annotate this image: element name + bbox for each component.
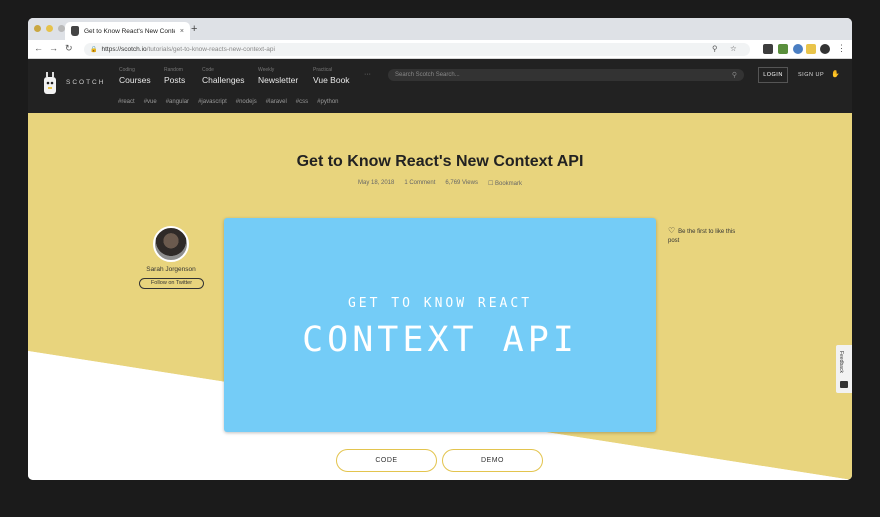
nav-vue-book[interactable]: Practical Vue Book	[313, 67, 350, 85]
close-window-button[interactable]	[34, 25, 41, 32]
search-icon[interactable]: ⚲	[732, 71, 737, 79]
site-search-input[interactable]: Search Scotch Search... ⚲	[388, 69, 744, 81]
url-text: https://scotch.io/tutorials/get-to-know-…	[101, 46, 274, 53]
url-field[interactable]: 🔒 https://scotch.io/tutorials/get-to-kno…	[84, 43, 750, 56]
window-controls	[34, 25, 65, 32]
profile-avatar[interactable]	[820, 44, 830, 54]
tag-link[interactable]: #javascript	[198, 99, 227, 105]
nav-posts[interactable]: Random Posts	[164, 67, 185, 85]
logo-wordmark[interactable]: SCOTCH	[66, 79, 105, 86]
address-bar: ← → ↻ 🔒 https://scotch.io/tutorials/get-…	[28, 40, 852, 59]
browser-tab-active[interactable]: Get to Know React's New Conte ×	[65, 22, 190, 40]
extension-icon[interactable]	[778, 44, 788, 54]
bookmark-label: Bookmark	[495, 181, 523, 187]
article-hero: Get to Know React's New Context API May …	[28, 113, 852, 480]
nav-newsletter[interactable]: Weekly Newsletter	[258, 67, 298, 85]
browser-menu-icon[interactable]: ⋮	[837, 43, 846, 54]
tag-link[interactable]: #react	[118, 99, 135, 105]
nav-more-icon[interactable]: ···	[364, 71, 371, 78]
code-button[interactable]: CODE	[336, 449, 437, 472]
nav-caption: Coding	[119, 67, 135, 73]
hand-icon: ✋	[831, 71, 840, 78]
tag-link[interactable]: #css	[296, 99, 308, 105]
nav-caption: Random	[164, 67, 183, 73]
article-meta: May 18, 2018 1 Comment 6,769 Views ☐ Boo…	[28, 180, 852, 187]
nav-label: Posts	[164, 75, 186, 85]
new-tab-button[interactable]: +	[191, 23, 197, 35]
feedback-tab[interactable]: Feedback	[836, 345, 852, 393]
article-banner-image: GET TO KNOW REACT CONTEXT API	[224, 218, 656, 432]
browser-window: Get to Know React's New Conte × + ← → ↻ …	[28, 18, 852, 480]
nav-courses[interactable]: Coding Courses	[119, 67, 151, 85]
bookmark-link[interactable]: ☐ Bookmark	[488, 180, 522, 187]
tab-bar: Get to Know React's New Conte × +	[28, 18, 852, 40]
author-name[interactable]: Sarah Jorgenson	[128, 266, 214, 273]
like-text: Be the first to like this post	[668, 229, 736, 244]
tab-close-icon[interactable]: ×	[180, 28, 184, 35]
nav-label: Courses	[119, 75, 151, 85]
tag-link[interactable]: #vue	[144, 99, 157, 105]
tag-link[interactable]: #nodejs	[236, 99, 257, 105]
tag-link[interactable]: #python	[317, 99, 338, 105]
bookmark-star-icon[interactable]: ☆	[730, 44, 737, 53]
feedback-label: Feedback	[838, 351, 844, 373]
minimize-window-button[interactable]	[46, 25, 53, 32]
heart-icon: ♡	[668, 226, 676, 235]
comments-link[interactable]: 1 Comment	[404, 180, 435, 187]
publish-date: May 18, 2018	[357, 180, 395, 186]
nav-label: Newsletter	[258, 75, 299, 85]
nav-label: Vue Book	[313, 75, 350, 85]
lock-icon: 🔒	[90, 47, 98, 53]
topic-tags: #react #vue #angular #javascript #nodejs…	[118, 99, 339, 105]
follow-twitter-button[interactable]: Follow on Twitter	[139, 278, 204, 289]
extension-icon[interactable]	[806, 44, 816, 54]
forward-arrow-icon[interactable]: →	[49, 43, 58, 53]
tab-title: Get to Know React's New Conte	[84, 27, 175, 35]
chat-icon	[840, 381, 848, 388]
nav-caption: Code	[202, 67, 214, 73]
scotch-favicon-icon	[71, 26, 79, 36]
signup-link[interactable]: SIGN UP	[798, 72, 824, 78]
url-path: /tutorials/get-to-know-reacts-new-contex…	[146, 46, 275, 53]
views-count: 6,769 Views	[445, 180, 478, 186]
bookmark-icon: ☐	[487, 181, 494, 187]
reload-icon[interactable]: ↻	[65, 43, 73, 54]
tag-link[interactable]: #angular	[166, 99, 189, 105]
extension-icon[interactable]	[763, 44, 773, 54]
zoom-icon[interactable]: ⚲	[712, 44, 718, 53]
back-arrow-icon[interactable]: ←	[34, 43, 43, 53]
demo-button[interactable]: DEMO	[442, 449, 543, 472]
nav-caption: Weekly	[258, 67, 275, 73]
like-button[interactable]: ♡ Be the first to like this post	[668, 226, 738, 246]
banner-heading: CONTEXT API	[302, 320, 578, 360]
url-host: https://scotch.io	[101, 46, 147, 53]
nav-label: Challenges	[202, 75, 245, 85]
banner-subtitle: GET TO KNOW REACT	[347, 296, 533, 311]
site-header: SCOTCH Coding Courses Random Posts Code …	[28, 59, 852, 113]
tag-link[interactable]: #laravel	[266, 99, 287, 105]
extension-icon[interactable]	[793, 44, 803, 54]
scotch-logo-icon[interactable]	[43, 72, 57, 96]
search-placeholder: Search Scotch Search...	[395, 72, 460, 78]
nav-caption: Practical	[313, 67, 333, 73]
login-button[interactable]: LOGIN	[758, 67, 788, 83]
maximize-window-button[interactable]	[58, 25, 65, 32]
article-title: Get to Know React's New Context API	[296, 153, 584, 170]
nav-challenges[interactable]: Code Challenges	[202, 67, 245, 85]
author-avatar[interactable]	[153, 226, 189, 262]
